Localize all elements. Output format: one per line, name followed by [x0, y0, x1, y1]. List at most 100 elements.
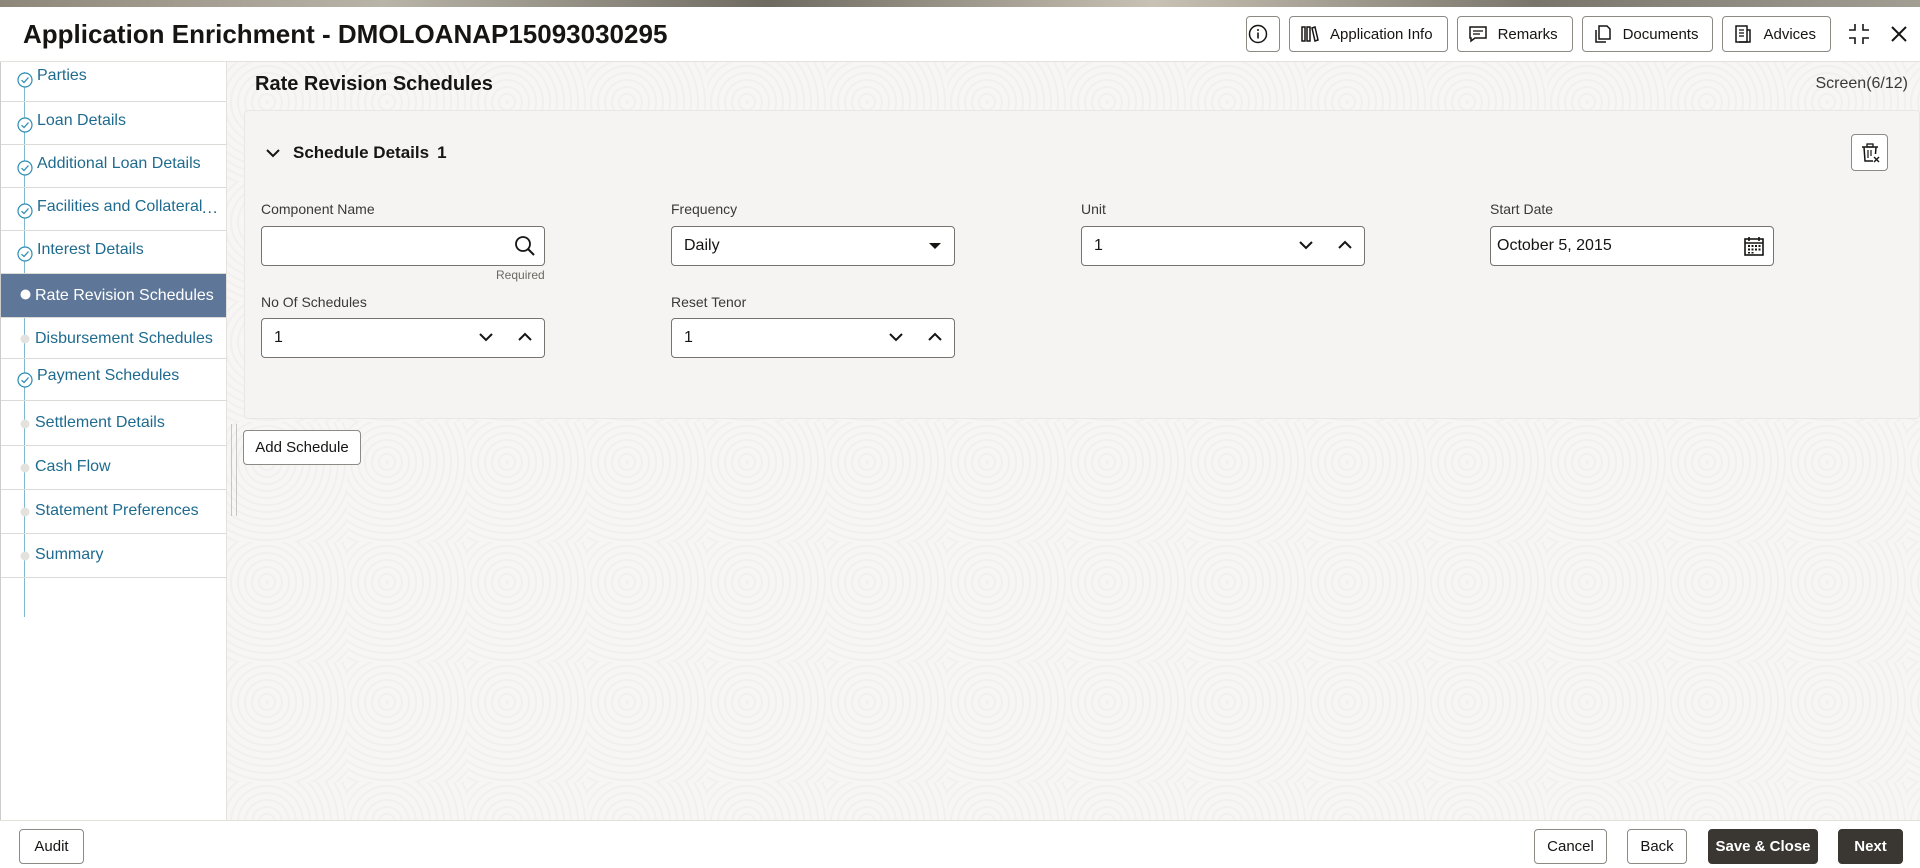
- books-icon: [1301, 26, 1319, 42]
- no-of-schedules-label: No Of Schedules: [261, 294, 367, 310]
- back-button[interactable]: Back: [1627, 829, 1687, 864]
- sidebar-item-label: Loan Details: [37, 112, 126, 129]
- sidebar-item-label: Disbursement Schedules: [35, 330, 213, 347]
- start-date-value: October 5, 2015: [1497, 237, 1612, 254]
- sidebar-item-rate-revision-schedules[interactable]: Rate Revision Schedules: [1, 274, 226, 318]
- pending-step-dot-icon: [20, 551, 30, 561]
- panel-splitter-handle[interactable]: [231, 424, 237, 516]
- maximize-icon: [1849, 24, 1869, 44]
- audit-button[interactable]: Audit: [19, 829, 84, 864]
- add-schedule-button[interactable]: Add Schedule: [243, 430, 361, 465]
- app-header: Application Enrichment - DMOLOANAP150930…: [0, 7, 1920, 62]
- frequency-value: Daily: [684, 237, 720, 254]
- caret-down-icon: [928, 241, 942, 251]
- check-circle-icon: [17, 72, 33, 88]
- component-name-input[interactable]: [261, 226, 545, 266]
- maximize-button[interactable]: [1845, 16, 1873, 52]
- sidebar-item-payment-schedules[interactable]: Payment Schedules: [1, 359, 226, 401]
- chevron-up-icon: [518, 332, 532, 341]
- close-button[interactable]: [1885, 16, 1913, 52]
- sidebar-item-label: Summary: [35, 546, 104, 563]
- check-circle-icon: [17, 160, 33, 176]
- sidebar-item-parties[interactable]: Parties: [1, 60, 226, 102]
- decrement-button[interactable]: [478, 331, 494, 343]
- sidebar-item-disbursement-schedules[interactable]: Disbursement Schedules: [1, 318, 226, 359]
- sidebar-item-settlement-details[interactable]: Settlement Details: [1, 401, 226, 446]
- decrement-button[interactable]: [888, 331, 904, 343]
- truncation-ellipsis: ...: [202, 200, 219, 217]
- required-hint: Required: [496, 268, 545, 282]
- increment-button[interactable]: [517, 331, 533, 343]
- section-title: Schedule Details: [293, 143, 430, 162]
- application-info-button[interactable]: Application Info: [1289, 16, 1448, 52]
- check-circle-icon: [17, 117, 33, 133]
- reset-tenor-label: Reset Tenor: [671, 294, 747, 310]
- start-date-input[interactable]: October 5, 2015: [1490, 226, 1774, 266]
- pending-step-dot-icon: [20, 419, 30, 429]
- chevron-up-icon: [928, 332, 942, 341]
- chevron-down-icon: [1299, 241, 1313, 250]
- frequency-label: Frequency: [671, 201, 738, 217]
- chevron-down-icon: [889, 333, 903, 342]
- sidebar-item-additional-loan-details[interactable]: Additional Loan Details: [1, 145, 226, 188]
- sidebar-item-facilities-and-collateral[interactable]: Facilities and Collateral ...: [1, 188, 226, 231]
- unit-label: Unit: [1081, 201, 1106, 217]
- advice-document-icon: [1735, 25, 1752, 43]
- sidebar-item-label: Payment Schedules: [37, 367, 180, 384]
- next-button[interactable]: Next: [1838, 829, 1903, 864]
- decrement-button[interactable]: [1298, 239, 1314, 251]
- increment-button[interactable]: [927, 331, 943, 343]
- unit-value: 1: [1094, 237, 1103, 254]
- sidebar-item-summary[interactable]: Summary: [1, 534, 226, 578]
- sidebar-item-label: Additional Loan Details: [37, 155, 201, 172]
- remarks-button[interactable]: Remarks: [1456, 16, 1573, 52]
- page-header-title: Application Enrichment - DMOLOANAP150930…: [23, 19, 668, 49]
- increment-button[interactable]: [1337, 239, 1353, 251]
- sidebar-item-label: Interest Details: [37, 241, 144, 258]
- unit-stepper[interactable]: 1: [1081, 226, 1365, 266]
- window-top-strip: [0, 0, 1920, 7]
- current-step-dot-icon: [20, 289, 31, 300]
- chevron-down-icon: [266, 149, 280, 158]
- close-icon: [1891, 26, 1907, 42]
- calendar-button[interactable]: [1743, 235, 1765, 257]
- no-of-schedules-stepper[interactable]: 1: [261, 318, 545, 358]
- chevron-down-icon: [479, 333, 493, 342]
- check-circle-icon: [17, 246, 33, 262]
- schedule-details-header[interactable]: Schedule Details 1: [265, 143, 447, 163]
- search-icon: [515, 236, 535, 256]
- sidebar-item-loan-details[interactable]: Loan Details: [1, 102, 226, 145]
- cancel-button[interactable]: Cancel: [1534, 829, 1607, 864]
- sidebar-item-label: Statement Preferences: [35, 502, 199, 519]
- documents-label: Documents: [1622, 25, 1699, 43]
- info-button[interactable]: [1246, 16, 1280, 52]
- sidebar-item-label: Rate Revision Schedules: [35, 287, 214, 304]
- calendar-icon: [1744, 237, 1764, 256]
- sidebar-item-interest-details[interactable]: Interest Details: [1, 231, 226, 274]
- documents-icon: [1594, 25, 1611, 43]
- sidebar-item-label: Facilities and Collateral: [37, 198, 203, 215]
- sidebar-item-cash-flow[interactable]: Cash Flow: [1, 446, 226, 490]
- delete-schedule-button[interactable]: [1851, 134, 1888, 171]
- search-button[interactable]: [514, 235, 536, 257]
- check-circle-icon: [17, 203, 33, 219]
- reset-tenor-value: 1: [684, 329, 693, 346]
- page-title: Rate Revision Schedules: [255, 73, 493, 95]
- pending-step-dot-icon: [20, 334, 30, 344]
- pending-step-dot-icon: [20, 463, 30, 473]
- advices-label: Advices: [1763, 25, 1816, 43]
- frequency-select[interactable]: Daily: [671, 226, 955, 266]
- sidebar-item-label: Cash Flow: [35, 458, 111, 475]
- pending-step-dot-icon: [20, 507, 30, 517]
- documents-button[interactable]: Documents: [1581, 16, 1714, 52]
- reset-tenor-stepper[interactable]: 1: [671, 318, 955, 358]
- sidebar-item-statement-preferences[interactable]: Statement Preferences: [1, 490, 226, 534]
- footer-bar: Audit Cancel Back Save & Close Next: [0, 820, 1920, 868]
- start-date-label: Start Date: [1490, 201, 1554, 217]
- advices-button[interactable]: Advices: [1722, 16, 1831, 52]
- chevron-up-icon: [1338, 240, 1352, 249]
- header-actions: Application Info Remarks Documents Advic…: [1246, 16, 1920, 52]
- check-circle-icon: [17, 372, 33, 388]
- save-close-button[interactable]: Save & Close: [1708, 829, 1818, 864]
- comment-icon: [1468, 26, 1487, 43]
